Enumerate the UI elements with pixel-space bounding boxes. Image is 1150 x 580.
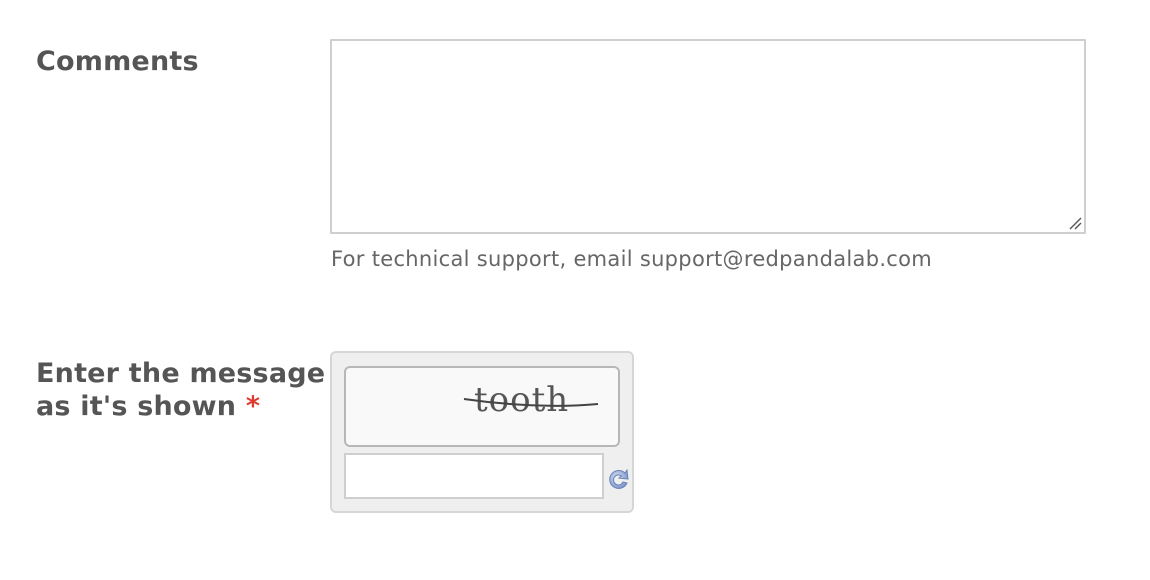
support-help-text: For technical support, email support@red…	[331, 247, 933, 271]
comments-label-text: Comments	[36, 46, 199, 77]
required-asterisk: *	[245, 391, 261, 422]
captcha-label: Enter the message as it's shown *	[36, 357, 326, 423]
comments-label: Comments	[36, 45, 199, 78]
refresh-icon[interactable]	[606, 464, 632, 494]
captcha-label-text: Enter the message as it's shown	[36, 358, 326, 422]
comments-textarea[interactable]	[330, 39, 1086, 234]
resize-handle-icon[interactable]	[1068, 216, 1082, 230]
captcha-input[interactable]	[344, 453, 604, 499]
captcha-widget: tooth	[330, 351, 634, 513]
captcha-image: tooth	[344, 366, 620, 447]
captcha-strike-line	[463, 398, 599, 407]
